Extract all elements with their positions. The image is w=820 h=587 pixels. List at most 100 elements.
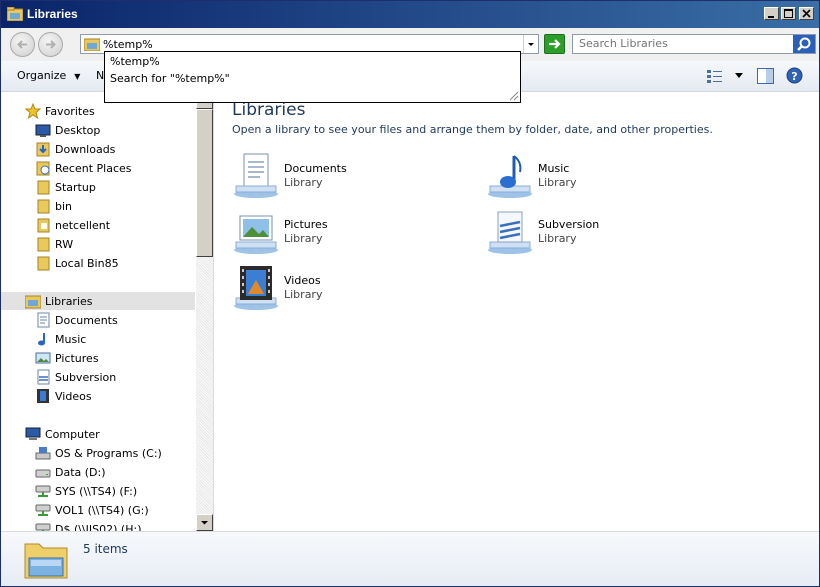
address-history-dropdown[interactable] — [523, 35, 538, 53]
search-input[interactable] — [579, 37, 789, 50]
svg-text:?: ? — [791, 70, 797, 83]
sidebar-item-rw[interactable]: RW — [1, 235, 195, 253]
sidebar-item-subversion[interactable]: Subversion — [1, 368, 195, 386]
navigation-pane-scrollbar[interactable] — [196, 92, 213, 531]
search-icon — [797, 37, 811, 51]
library-name: Documents — [284, 162, 347, 175]
library-videos[interactable]: Videos Library — [232, 264, 472, 314]
computer-icon — [25, 427, 41, 440]
title-bar[interactable]: Libraries — [1, 1, 819, 28]
help-icon[interactable]: ? — [786, 67, 803, 84]
close-button[interactable] — [799, 7, 814, 20]
maximize-button[interactable] — [781, 7, 796, 20]
scroll-down-button[interactable] — [196, 514, 213, 531]
search-button[interactable] — [793, 35, 815, 53]
library-name: Subversion — [538, 218, 600, 231]
folder-icon — [37, 218, 50, 233]
forward-button[interactable] — [38, 32, 63, 57]
sidebar-item-videos[interactable]: Videos — [1, 387, 195, 405]
library-name: Pictures — [284, 218, 328, 231]
sidebar-item-documents[interactable]: Documents — [1, 311, 195, 329]
forward-arrow-icon — [46, 40, 56, 49]
libraries-folder-icon — [7, 7, 23, 21]
sidebar-item-label: Startup — [55, 181, 96, 194]
sidebar-item-desktop[interactable]: Desktop — [1, 121, 195, 139]
libraries-folder-icon — [24, 543, 68, 579]
organize-label: Organize — [17, 69, 67, 82]
content-pane: Libraries Open a library to see your fil… — [214, 92, 819, 531]
library-pictures[interactable]: Pictures Library — [232, 208, 472, 258]
sidebar-item-drive-f[interactable]: SYS (\\TS4) (F:) — [1, 482, 195, 500]
address-input[interactable] — [103, 36, 513, 52]
music-library-icon — [488, 155, 532, 198]
libraries-folder-icon — [25, 295, 41, 309]
sidebar-item-drive-c[interactable]: OS & Programs (C:) — [1, 444, 195, 462]
sidebar-item-music[interactable]: Music — [1, 330, 195, 348]
view-options-chevron-icon[interactable] — [735, 73, 744, 79]
desktop-icon — [35, 124, 51, 137]
sidebar-item-local-bin85[interactable]: Local Bin85 — [1, 254, 195, 272]
new-folder-button[interactable]: N — [96, 69, 104, 82]
close-icon — [802, 9, 811, 18]
navigation-pane: Favorites Desktop Downloads Recent Place… — [1, 92, 214, 531]
sidebar-item-label: RW — [55, 238, 74, 251]
folder-icon — [37, 199, 50, 214]
pictures-library-icon — [234, 215, 278, 254]
sidebar-item-label: Recent Places — [55, 162, 132, 175]
videos-library-icon — [234, 266, 278, 310]
autocomplete-search-item[interactable]: Search for "%temp%" — [110, 72, 230, 85]
scroll-down-arrow-icon — [201, 521, 208, 525]
folder-icon — [37, 180, 50, 195]
sidebar-item-libraries[interactable]: Libraries — [1, 292, 195, 310]
search-box[interactable] — [572, 34, 816, 54]
sidebar-item-drive-d[interactable]: Data (D:) — [1, 463, 195, 481]
minimize-button[interactable] — [764, 7, 779, 20]
network-drive-icon — [35, 523, 51, 531]
sidebar-item-label: VOL1 (\\TS4) (G:) — [55, 504, 149, 517]
sidebar-item-label: Videos — [55, 390, 92, 403]
autocomplete-item[interactable]: %temp% — [110, 55, 160, 68]
sidebar-item-netcellent[interactable]: netcellent — [1, 216, 195, 234]
sidebar-item-favorites[interactable]: Favorites — [1, 102, 195, 120]
libraries-folder-icon — [84, 38, 100, 51]
scrollbar-thumb[interactable] — [196, 109, 213, 257]
network-drive-icon — [35, 485, 51, 497]
sidebar-item-label: Pictures — [55, 352, 99, 365]
library-subversion[interactable]: Subversion Library — [486, 208, 726, 258]
library-music[interactable]: Music Library — [486, 152, 726, 202]
organize-button[interactable]: Organize ▼ — [17, 69, 80, 82]
sidebar-item-label: D$ (\\IIS02) (H:) — [55, 523, 142, 531]
sidebar-item-recent-places[interactable]: Recent Places — [1, 159, 195, 177]
resize-grip-icon[interactable] — [507, 89, 519, 101]
network-drive-icon — [35, 504, 51, 516]
library-type: Library — [538, 232, 577, 245]
sidebar-item-drive-h[interactable]: D$ (\\IIS02) (H:) — [1, 520, 195, 531]
sidebar-item-label: SYS (\\TS4) (F:) — [55, 485, 138, 498]
film-strip-icon — [37, 389, 49, 403]
library-type: Library — [538, 176, 577, 189]
address-autocomplete-popup: %temp% Search for "%temp%" — [104, 51, 521, 103]
library-name: Videos — [284, 274, 321, 287]
sidebar-item-drive-g[interactable]: VOL1 (\\TS4) (G:) — [1, 501, 195, 519]
subversion-library-icon — [488, 211, 532, 254]
library-type: Library — [284, 232, 323, 245]
folder-icon — [37, 256, 50, 271]
minimize-icon — [768, 16, 774, 18]
sidebar-item-label: Music — [55, 333, 87, 346]
sidebar-item-label: Downloads — [55, 143, 116, 156]
go-button[interactable] — [544, 34, 565, 54]
sidebar-item-computer[interactable]: Computer — [1, 425, 195, 443]
page-subtitle: Open a library to see your files and arr… — [232, 123, 713, 136]
sidebar-item-pictures[interactable]: Pictures — [1, 349, 195, 367]
sidebar-item-label: Desktop — [55, 124, 101, 137]
sidebar-item-startup[interactable]: Startup — [1, 178, 195, 196]
page-title: Libraries — [232, 100, 306, 120]
preview-pane-icon[interactable] — [757, 68, 774, 84]
library-documents[interactable]: Documents Library — [232, 152, 472, 202]
back-button[interactable] — [10, 32, 35, 57]
sidebar-item-bin[interactable]: bin — [1, 197, 195, 215]
change-view-icon[interactable] — [706, 68, 724, 84]
documents-icon — [37, 312, 50, 328]
back-arrow-icon — [17, 40, 27, 49]
sidebar-item-downloads[interactable]: Downloads — [1, 140, 195, 158]
